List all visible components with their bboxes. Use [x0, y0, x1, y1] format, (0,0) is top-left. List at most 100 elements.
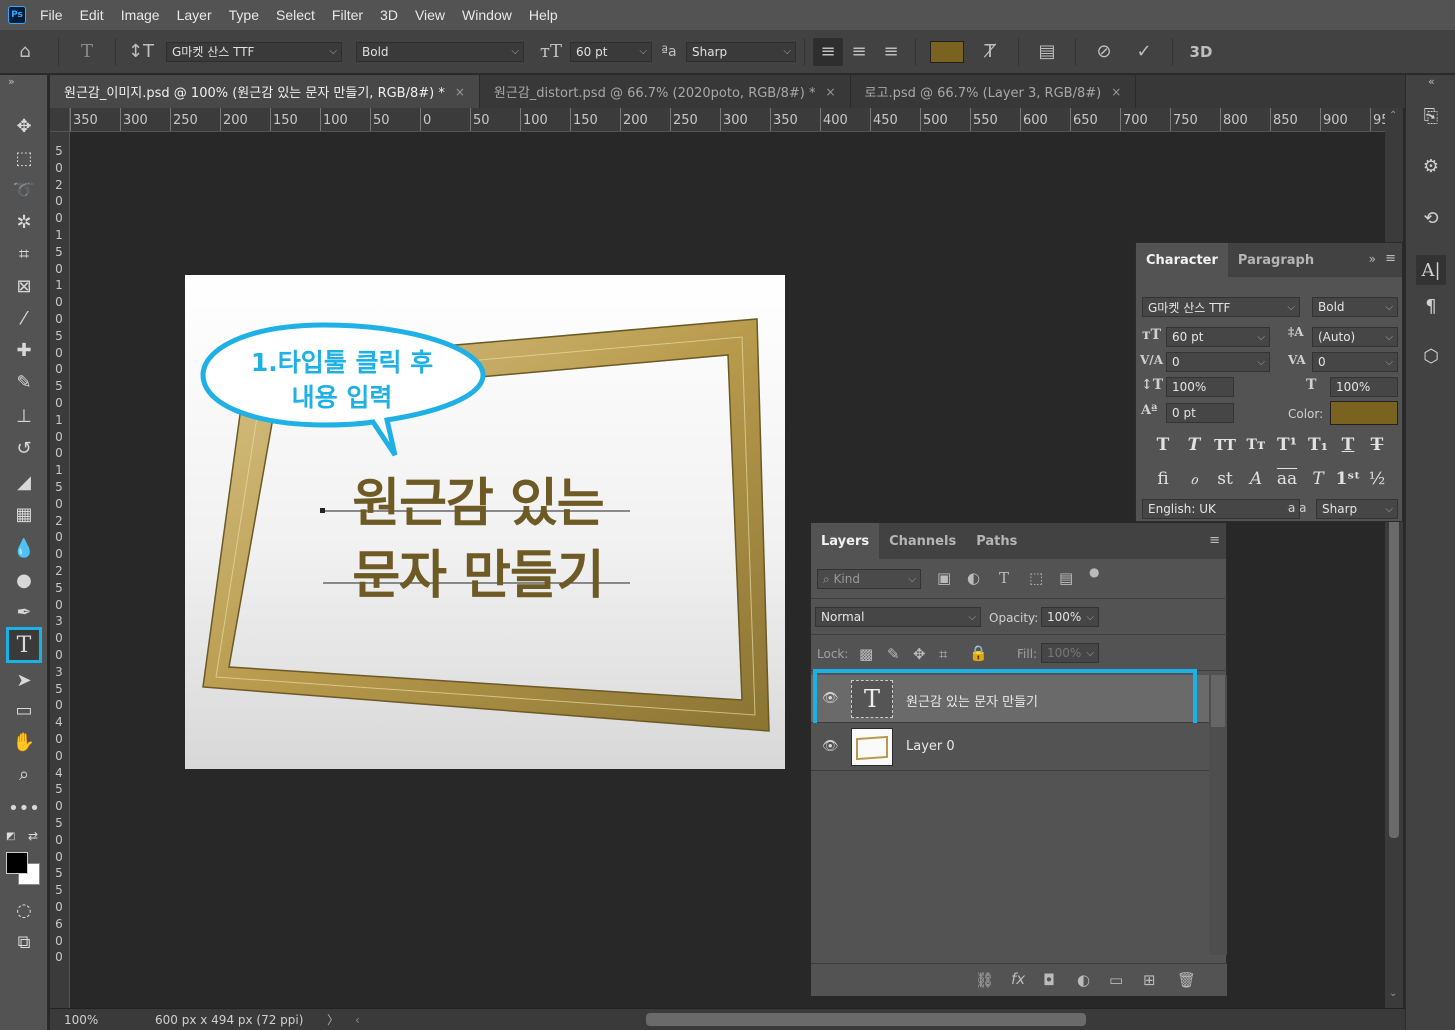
character-panel-toggle-icon[interactable]: ▤	[1027, 41, 1067, 62]
font-style-select[interactable]: Bold ⌵	[356, 41, 524, 62]
add-mask-icon[interactable]: ◘	[1043, 971, 1055, 989]
lock-all-icon[interactable]: 🔒	[969, 644, 988, 662]
title-text-line-2[interactable]: 문자 만들기	[323, 533, 633, 608]
filter-adjustment-icon[interactable]: ◐	[967, 569, 980, 587]
home-icon[interactable]: ⌂	[0, 41, 50, 62]
path-selection-tool-icon[interactable]: ➤	[6, 665, 42, 695]
delete-layer-trash-icon[interactable]: 🗑	[1177, 971, 1196, 989]
tab-layers[interactable]: Layers	[811, 523, 880, 559]
filter-shape-icon[interactable]: ⬚	[1029, 569, 1043, 587]
char-tracking-field[interactable]: 0 ⌵	[1312, 352, 1398, 372]
ligatures-icon[interactable]: ﬁ	[1150, 467, 1176, 491]
zoom-level[interactable]: 100%	[50, 1013, 110, 1027]
language-select[interactable]: English: UK ⌵	[1142, 499, 1300, 519]
quick-mask-icon[interactable]: ◌	[6, 895, 42, 925]
crop-tool-icon[interactable]: ⌗	[6, 239, 42, 269]
char-baseline-shift-field[interactable]: 0 pt	[1166, 403, 1234, 423]
close-icon[interactable]: ×	[825, 85, 835, 99]
faux-bold-icon[interactable]: T	[1150, 433, 1176, 457]
collapse-chevron-icon[interactable]: »	[8, 75, 15, 88]
3d-icon[interactable]: 3D	[1181, 43, 1221, 61]
font-size-select[interactable]: 60 pt ⌵	[570, 41, 652, 62]
menu-edit[interactable]: Edit	[80, 7, 104, 23]
text-color-swatch[interactable]	[930, 40, 964, 63]
layers-scrollbar[interactable]	[1209, 675, 1227, 955]
frame-tool-icon[interactable]: ⊠	[6, 271, 42, 301]
opacity-field[interactable]: 100% ⌵	[1041, 607, 1099, 627]
title-text-line-1[interactable]: 원근감 있는	[323, 461, 633, 536]
pen-tool-icon[interactable]: ✒	[6, 597, 42, 627]
panel-menu-icon[interactable]: ≡	[1385, 251, 1396, 266]
fill-field[interactable]: 100% ⌵	[1041, 643, 1099, 663]
menu-type[interactable]: Type	[229, 7, 259, 23]
lasso-tool-icon[interactable]: ➰	[6, 175, 42, 205]
healing-brush-tool-icon[interactable]: ✚	[6, 335, 42, 365]
char-size-field[interactable]: 60 pt ⌵	[1166, 327, 1270, 347]
new-layer-icon[interactable]: ⊞	[1143, 971, 1156, 989]
layer-row-image[interactable]: 👁 Layer 0	[811, 723, 1209, 771]
lock-position-icon[interactable]: ✥	[913, 645, 926, 663]
tab-document-1[interactable]: 원근감_이미지.psd @ 100% (원근감 있는 문자 만들기, RGB/8…	[50, 75, 480, 108]
menu-file[interactable]: File	[40, 7, 63, 23]
more-tools-icon[interactable]: •••	[6, 793, 42, 823]
all-caps-icon[interactable]: TT	[1212, 433, 1238, 457]
vertical-scroll-thumb[interactable]	[1389, 518, 1399, 838]
strikethrough-icon[interactable]: T	[1364, 433, 1390, 457]
swash-icon[interactable]: A	[1243, 467, 1269, 491]
stylistic-alternates-icon[interactable]: aa	[1274, 467, 1300, 491]
tab-paragraph[interactable]: Paragraph	[1228, 243, 1324, 277]
actions-panel-icon[interactable]: ⟲	[1416, 203, 1446, 233]
faux-italic-icon[interactable]: T	[1181, 433, 1207, 457]
zoom-tool-icon[interactable]: ⌕	[6, 759, 42, 789]
align-left-icon[interactable]: ≡	[813, 37, 843, 66]
link-layers-icon[interactable]: ⛓	[975, 971, 994, 989]
3d-panel-icon[interactable]: ⬡	[1416, 341, 1446, 371]
marquee-tool-icon[interactable]: ⬚	[6, 143, 42, 173]
char-horizontal-scale-field[interactable]: 100%	[1330, 377, 1398, 397]
paragraph-panel-icon[interactable]: ¶	[1416, 291, 1446, 321]
char-font-family-select[interactable]: G마켓 산스 TTF ⌵	[1142, 297, 1300, 317]
tab-character[interactable]: Character	[1136, 243, 1228, 277]
small-caps-icon[interactable]: Tт	[1243, 433, 1269, 457]
type-tool-icon[interactable]: T	[6, 627, 42, 663]
move-tool-icon[interactable]: ✥	[6, 111, 42, 141]
eraser-tool-icon[interactable]: ◢	[6, 467, 42, 497]
close-icon[interactable]: ×	[1111, 85, 1121, 99]
char-antialias-select[interactable]: Sharp ⌵	[1316, 499, 1398, 519]
status-menu-arrow-icon[interactable]: 〉	[327, 1011, 339, 1028]
history-brush-tool-icon[interactable]: ↺	[6, 433, 42, 463]
filter-smart-object-icon[interactable]: ▤	[1059, 569, 1073, 587]
layer-style-fx-icon[interactable]: fx	[1011, 970, 1025, 988]
lock-image-icon[interactable]: ✎	[887, 645, 900, 663]
char-kerning-field[interactable]: 0 ⌵	[1166, 352, 1270, 372]
menu-view[interactable]: View	[415, 7, 445, 23]
tab-channels[interactable]: Channels	[879, 523, 966, 559]
collapse-panel-icon[interactable]: »	[1369, 252, 1376, 266]
menu-select[interactable]: Select	[276, 7, 315, 23]
magic-wand-tool-icon[interactable]: ✲	[6, 207, 42, 237]
fractions-icon[interactable]: ½	[1364, 467, 1390, 491]
scroll-down-icon[interactable]: ⌄	[1389, 988, 1397, 999]
tab-paths[interactable]: Paths	[966, 523, 1027, 559]
menu-help[interactable]: Help	[529, 7, 558, 23]
menu-window[interactable]: Window	[462, 7, 512, 23]
character-panel-icon[interactable]: A|	[1416, 255, 1446, 285]
menu-image[interactable]: Image	[121, 7, 160, 23]
default-colors-icon[interactable]: ◩	[6, 831, 15, 842]
scroll-up-icon[interactable]: ⌃	[1389, 110, 1397, 121]
panel-menu-icon[interactable]: ≡	[1209, 533, 1220, 548]
kind-filter-select[interactable]: ⌕ Kind ⌵	[817, 569, 921, 589]
ordinals-icon[interactable]: 1ˢᵗ	[1335, 467, 1361, 491]
stamp-tool-icon[interactable]: ⊥	[6, 401, 42, 431]
filter-toggle-icon[interactable]: ●	[1089, 565, 1099, 579]
titling-alternates-icon[interactable]: T	[1305, 467, 1331, 491]
document-canvas[interactable]: 1.타입툴 클릭 후 내용 입력 원근감 있는 문자 만들기	[185, 275, 785, 769]
menu-layer[interactable]: Layer	[177, 7, 212, 23]
horizontal-scroll-thumb[interactable]	[646, 1013, 1086, 1026]
text-orientation-icon[interactable]: ↕T	[124, 41, 158, 62]
visibility-eye-icon[interactable]: 👁	[822, 739, 839, 754]
history-panel-icon[interactable]: ⎘	[1416, 101, 1446, 131]
swap-colors-icon[interactable]: ⇄	[28, 829, 38, 843]
eyedropper-tool-icon[interactable]: ⁄	[6, 303, 42, 333]
warp-text-icon[interactable]: Ⱦ	[970, 41, 1010, 62]
